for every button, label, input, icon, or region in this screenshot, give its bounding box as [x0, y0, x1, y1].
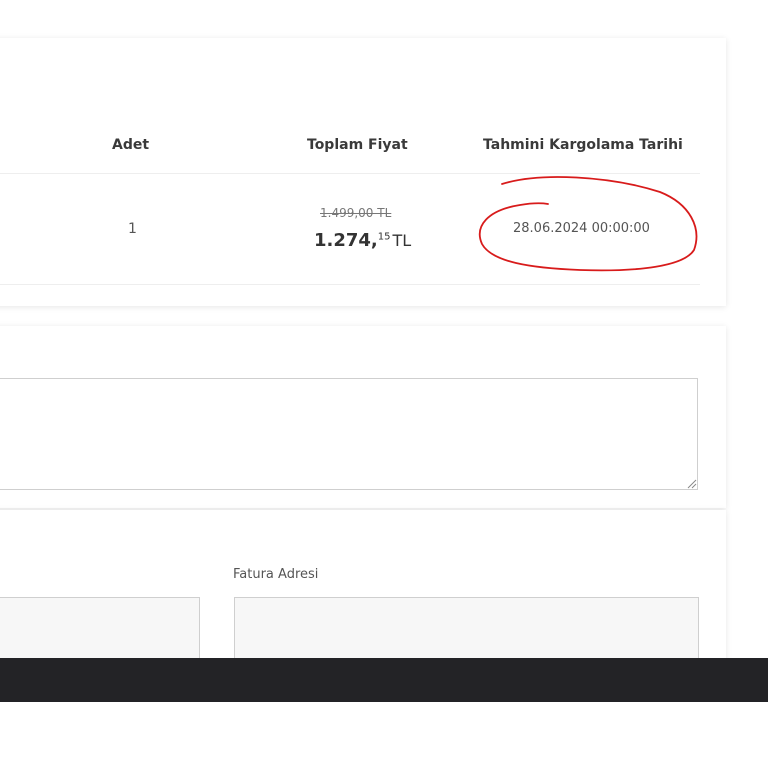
bottom-bar: [0, 658, 768, 702]
order-note-textarea[interactable]: [0, 378, 698, 490]
table-divider: [0, 284, 700, 285]
old-price: 1.499,00 TL: [320, 206, 392, 220]
billing-address-label: Fatura Adresi: [233, 567, 319, 582]
cell-shipping-date: 28.06.2024 00:00:00: [513, 221, 650, 236]
discounted-price: 1.274,15 TL: [314, 230, 411, 251]
cell-quantity: 1: [128, 221, 137, 237]
price-main: 1.274,: [314, 230, 378, 251]
price-currency: TL: [392, 231, 412, 250]
order-items-card: [0, 38, 726, 306]
table-divider: [0, 173, 700, 174]
column-header-total-price: Toplam Fiyat: [307, 137, 408, 153]
price-cents: 15: [377, 231, 391, 243]
column-header-quantity: Adet: [112, 137, 150, 153]
column-header-shipping-date: Tahmini Kargolama Tarihi: [483, 137, 683, 153]
resize-grip-icon[interactable]: [686, 478, 697, 489]
